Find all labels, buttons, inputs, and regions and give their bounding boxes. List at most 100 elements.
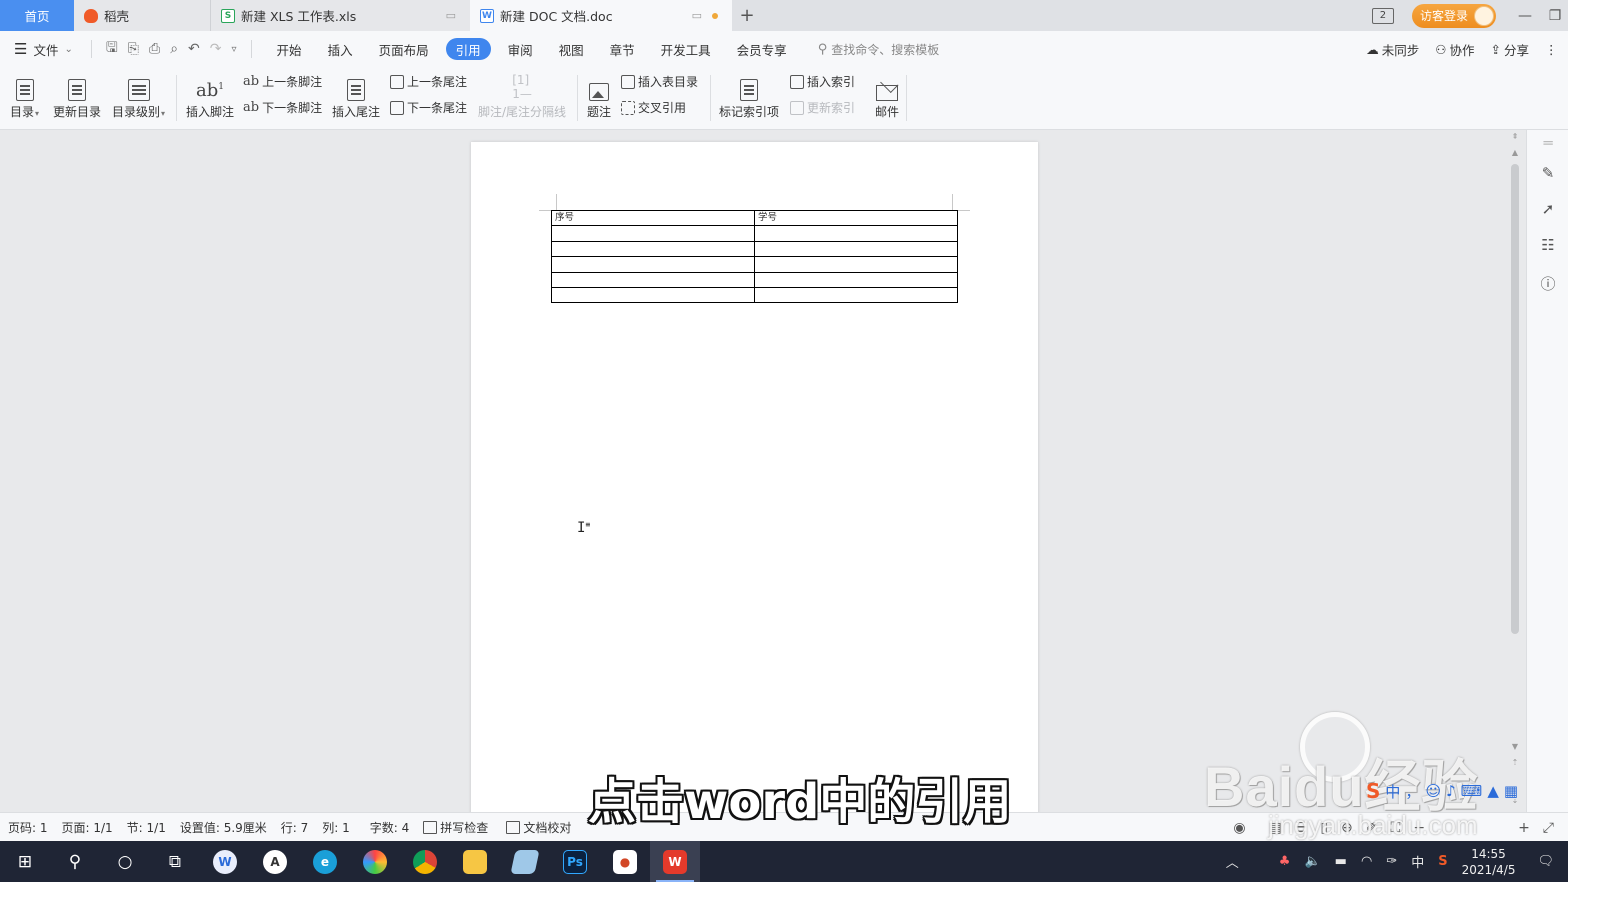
command-search[interactable]: ⚲ 查找命令、搜索模板 (818, 41, 940, 58)
sogou-logo-icon[interactable]: S (1366, 779, 1380, 803)
table-cell[interactable] (551, 225, 755, 242)
tab-developer[interactable]: 开发工具 (648, 38, 724, 60)
table-cell[interactable] (754, 240, 958, 258)
taskbar-slides[interactable]: ● (600, 841, 650, 882)
spell-check-toggle[interactable]: 拼写检查 (423, 819, 488, 836)
cortana-icon[interactable]: ○ (100, 841, 150, 882)
table-cell[interactable] (754, 286, 958, 304)
pen-tray-icon[interactable]: ✑ (1386, 854, 1397, 869)
tab-daoke[interactable]: 稻壳 (74, 0, 210, 31)
ime-punct-icon[interactable]: ， (1405, 781, 1420, 802)
table-cell[interactable] (754, 256, 958, 273)
clock[interactable]: 14:55 2021/4/5 (1462, 846, 1516, 878)
format-painter-icon[interactable]: ⎘ (128, 41, 139, 57)
tab-references[interactable]: 引用 (445, 38, 491, 60)
scrollbar-thumb[interactable] (1511, 164, 1519, 634)
restore-icon[interactable]: ❐ (1540, 8, 1570, 24)
status-setting[interactable]: 设置值: 5.9厘米 (180, 819, 267, 836)
undo-icon[interactable]: ↶ (188, 41, 200, 57)
vertical-scrollbar[interactable]: ⇞ ▲ ▼ ⇡ ⇣ (1508, 130, 1522, 812)
tab-xls[interactable]: S 新建 XLS 工作表.xls ▭ (210, 0, 470, 31)
taskbar-edge[interactable]: e (300, 841, 350, 882)
status-word-count[interactable]: 字数: 4 (370, 819, 410, 836)
search-icon[interactable]: ⚲ (50, 841, 100, 882)
tab-insert[interactable]: 插入 (315, 38, 366, 60)
print-preview-icon[interactable]: ⌕ (170, 41, 178, 57)
cross-reference-button[interactable]: 交叉引用 (621, 99, 686, 116)
taskbar-app-a[interactable]: A (250, 841, 300, 882)
save-icon[interactable]: 🖫 (106, 37, 118, 61)
toc-level-button[interactable]: 目录级别▾ (112, 71, 165, 120)
insert-table-toc-button[interactable]: 插入表目录 (621, 73, 698, 90)
fullscreen-icon[interactable]: ⤢ (1543, 820, 1554, 836)
battery-icon[interactable]: ▬ (1335, 854, 1347, 869)
status-row[interactable]: 行: 7 (281, 819, 309, 836)
drag-handle-icon[interactable]: ═ (1537, 132, 1559, 154)
document-page[interactable]: 序号 学号 I≡ (471, 142, 1038, 812)
table-cell[interactable] (551, 240, 755, 258)
sogou-icon[interactable]: S (1438, 854, 1447, 869)
tab-review[interactable]: 审阅 (495, 38, 546, 60)
ime-skin-icon[interactable]: ▲ (1487, 782, 1499, 800)
windows-start-icon[interactable]: ⊞ (0, 841, 50, 882)
prev-endnote-button[interactable]: 上一条尾注 (390, 73, 467, 90)
tab-page-layout[interactable]: 页面布局 (366, 38, 442, 60)
taskbar-photos[interactable] (350, 841, 400, 882)
table-cell[interactable] (551, 256, 755, 273)
table-cell[interactable] (754, 225, 958, 242)
tray-expand-icon[interactable]: ︿ (1226, 852, 1239, 871)
tab-start[interactable]: 开始 (264, 38, 315, 60)
insert-index-button[interactable]: 插入索引 (790, 73, 855, 90)
taskbar-explorer[interactable] (450, 841, 500, 882)
collab-button[interactable]: ⚇ 协作 (1435, 40, 1474, 59)
tab-chapter[interactable]: 章节 (597, 38, 648, 60)
next-footnote-button[interactable]: ab 下一条脚注 (243, 99, 322, 116)
status-section[interactable]: 节: 1/1 (127, 819, 166, 836)
insert-footnote-button[interactable]: ab1 插入脚注 (186, 71, 234, 120)
share-button[interactable]: ⇪ 分享 (1490, 40, 1529, 59)
scroll-down-icon[interactable]: ▼ (1508, 742, 1522, 751)
document-canvas[interactable]: 序号 学号 I≡ (0, 130, 1524, 812)
window-count-badge[interactable]: 2 (1371, 7, 1394, 24)
ime-indicator[interactable]: 中 (1411, 852, 1424, 871)
pointer-icon[interactable]: ➚ (1537, 198, 1559, 220)
update-toc-button[interactable]: 更新目录 (53, 71, 101, 120)
pen-icon[interactable]: ✎ (1537, 162, 1559, 184)
taskbar-app-w[interactable]: W (200, 841, 250, 882)
file-menu[interactable]: ☰ 文件 ⌄ (0, 40, 83, 59)
new-tab-button[interactable]: + (732, 0, 762, 31)
notification-icon[interactable]: 🗨 (1537, 854, 1554, 869)
taskbar-chrome[interactable] (400, 841, 450, 882)
table-header-cell[interactable]: 序号 (551, 209, 755, 227)
ime-voice-icon[interactable]: ♪ (1446, 782, 1456, 800)
caption-button[interactable]: 题注 (587, 71, 611, 120)
tab-home[interactable]: 首页 (0, 0, 74, 31)
visitor-login-button[interactable]: 访客登录 (1411, 3, 1496, 28)
mark-index-button[interactable]: 标记索引项 (719, 71, 779, 120)
sliders-icon[interactable]: ☷ (1537, 234, 1559, 256)
table-header-cell[interactable]: 学号 (754, 209, 958, 227)
table-cell[interactable] (754, 271, 958, 288)
tab-member[interactable]: 会员专享 (724, 38, 800, 60)
tab-view[interactable]: 视图 (546, 38, 597, 60)
redo-icon[interactable]: ↷ (210, 41, 222, 57)
customize-chevron-icon[interactable]: ▿ (232, 44, 237, 55)
prev-page-icon[interactable]: ⇡ (1508, 758, 1522, 767)
next-endnote-button[interactable]: 下一条尾注 (390, 99, 467, 116)
ime-menu-icon[interactable]: ▦ (1504, 782, 1518, 800)
task-view-icon[interactable]: ⧉ (150, 841, 200, 882)
mail-button[interactable]: 邮件 (875, 71, 899, 120)
print-icon[interactable]: ⎙ (149, 41, 160, 57)
prev-footnote-button[interactable]: ab 上一条脚注 (243, 73, 322, 90)
update-index-button[interactable]: 更新索引 (790, 99, 855, 116)
status-pages[interactable]: 页面: 1/1 (62, 819, 113, 836)
table-cell[interactable] (551, 286, 755, 304)
toc-button[interactable]: 目录▾ (10, 71, 39, 120)
taskbar-notebook[interactable] (500, 841, 550, 882)
status-page-number[interactable]: 页码: 1 (8, 819, 48, 836)
scroll-up-icon[interactable]: ▲ (1508, 148, 1522, 157)
volume-icon[interactable]: 🔈 (1304, 854, 1320, 869)
document-table[interactable]: 序号 学号 (551, 209, 958, 304)
wifi-icon[interactable]: ◠ (1361, 854, 1372, 869)
tab-doc[interactable]: W 新建 DOC 文档.doc ▭ (470, 0, 732, 31)
